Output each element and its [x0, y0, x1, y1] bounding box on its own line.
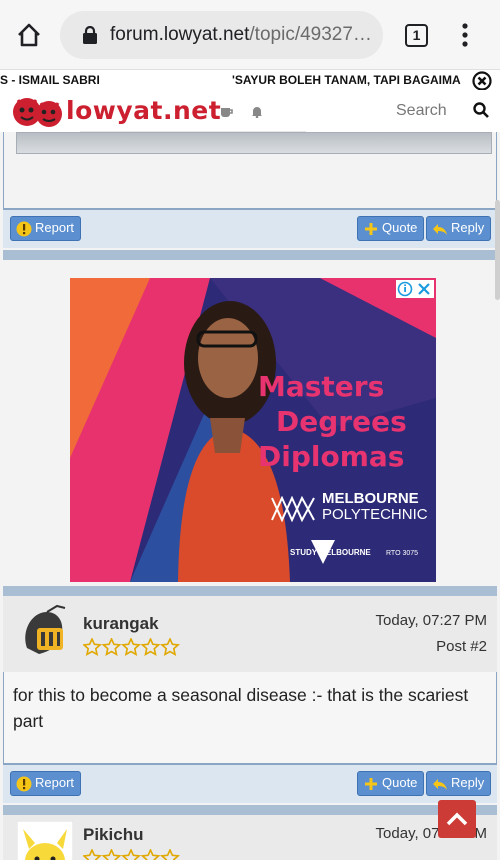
adchoices-icon[interactable] [396, 280, 434, 298]
ad-rto: RTO 3075 [386, 550, 419, 557]
close-icon[interactable] [472, 71, 492, 91]
post-action-bar: Report Quote Reply [3, 208, 497, 248]
melbourne-polytechnic-logo-icon [271, 496, 315, 522]
reply-button[interactable]: Reply [426, 216, 492, 241]
ad-line-2: Degrees [276, 405, 407, 438]
post-separator [3, 586, 497, 596]
star-icon [140, 849, 161, 860]
url-domain: forum.lowyat.net [110, 24, 250, 45]
ad-brand: MELBOURNE POLYTECHNIC [322, 491, 428, 523]
scroll-to-top-button[interactable] [438, 800, 476, 838]
report-button[interactable]: Report [10, 216, 82, 241]
ticker-headline-right[interactable]: 'SAYUR BOLEH TANAM, TAPI BAGAIMA [232, 73, 465, 87]
rating-stars [83, 638, 180, 656]
star-icon [160, 849, 180, 860]
reply-arrow-icon [433, 779, 447, 790]
star-icon [121, 638, 141, 656]
lowyat-logo-icon[interactable] [10, 94, 70, 128]
quote-button[interactable]: Quote [357, 216, 425, 241]
quote-button[interactable]: Quote [357, 771, 425, 796]
post-header: kurangak Today, 07:27 PM Post #2 [3, 596, 497, 672]
post-image-crop[interactable] [16, 132, 492, 154]
plus-icon [365, 223, 377, 235]
lock-icon [83, 26, 97, 44]
quote-label: Quote [382, 220, 418, 235]
post-number-link[interactable]: Post #2 [436, 638, 487, 655]
reply-button[interactable]: Reply [426, 771, 492, 796]
advertisement-banner[interactable]: Masters Degrees Diplomas MELBOURNE POLYT… [70, 278, 436, 582]
ticker-headline-left[interactable]: S - ISMAIL SABRI [0, 73, 100, 87]
alert-icon [16, 221, 32, 237]
url-path: /topic/49327… [249, 24, 372, 45]
more-vert-icon[interactable] [457, 22, 473, 48]
star-icon [83, 849, 102, 860]
browser-toolbar: forum.lowyat.net/topic/49327… 1 [0, 0, 500, 70]
reply-label: Reply [451, 220, 485, 235]
tab-switcher-button[interactable]: 1 [405, 24, 428, 47]
coffee-cup-icon[interactable] [220, 106, 234, 118]
star-icon [101, 638, 122, 656]
post-header: Pikichu Today, 07:28 PM [3, 815, 497, 860]
ad-brand-line2: POLYTECHNIC [322, 506, 428, 523]
post-separator [3, 250, 497, 260]
star-icon [101, 849, 122, 860]
post-action-bar: Report Quote Reply [3, 763, 497, 803]
ad-line-1: Masters [258, 370, 385, 403]
search-input[interactable]: Search [396, 102, 447, 120]
post-separator [3, 805, 497, 815]
avatar[interactable] [17, 602, 73, 662]
home-icon[interactable] [16, 22, 42, 48]
post-timestamp: Today, 07:27 PM [375, 612, 487, 629]
star-icon [140, 638, 161, 656]
reply-label: Reply [451, 775, 485, 790]
report-label: Report [35, 775, 75, 790]
chevron-up-icon [446, 812, 468, 826]
plus-icon [365, 778, 377, 790]
quote-label: Quote [382, 775, 418, 790]
site-header: lowyat.net Search [0, 90, 500, 133]
report-label: Report [35, 220, 75, 235]
rating-stars [83, 849, 180, 860]
previous-post-body [3, 132, 497, 208]
site-logo-text[interactable]: lowyat.net [66, 96, 221, 125]
avatar[interactable] [17, 821, 73, 860]
search-icon[interactable] [473, 102, 489, 118]
report-button[interactable]: Report [10, 771, 82, 796]
ad-study-melbourne: STUDY MELBOURNE [290, 548, 371, 557]
post-body: for this to become a seasonal disease :-… [3, 672, 497, 766]
scrollbar[interactable] [495, 200, 500, 300]
star-icon [160, 638, 180, 656]
post-username[interactable]: Pikichu [83, 825, 143, 845]
ad-brand-line1: MELBOURNE [322, 490, 419, 507]
ad-line-3: Diplomas [258, 440, 405, 473]
star-icon [83, 638, 102, 656]
url-text: forum.lowyat.net/topic/49327… [110, 24, 372, 46]
forum-page: Report Quote Reply Masters Degrees Diplo… [0, 132, 500, 860]
reply-arrow-icon [433, 224, 447, 235]
advertisement-container: Masters Degrees Diplomas MELBOURNE POLYT… [3, 260, 497, 586]
post-username[interactable]: kurangak [83, 614, 159, 634]
alert-icon [16, 776, 32, 792]
bell-icon[interactable] [251, 105, 263, 118]
address-bar[interactable]: forum.lowyat.net/topic/49327… [60, 11, 383, 59]
star-icon [121, 849, 141, 860]
post-text: for this to become a seasonal disease :-… [13, 685, 469, 731]
news-ticker: S - ISMAIL SABRI 'SAYUR BOLEH TANAM, TAP… [0, 70, 500, 91]
